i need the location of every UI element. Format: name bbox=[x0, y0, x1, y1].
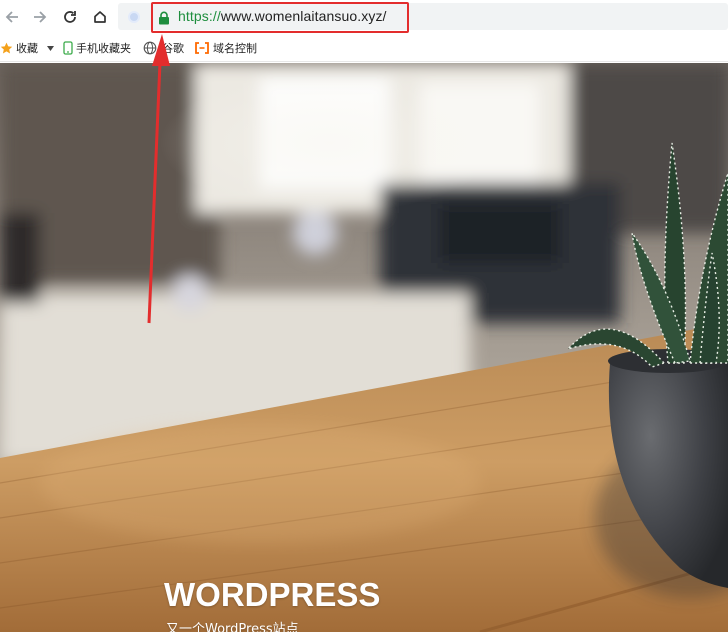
reload-icon[interactable] bbox=[59, 6, 81, 28]
star-icon bbox=[0, 42, 13, 55]
forward-arrow-icon[interactable] bbox=[29, 6, 51, 28]
site-title[interactable]: WORDPRESS bbox=[164, 576, 380, 614]
bookmark-item-domain[interactable]: 域名控制 bbox=[194, 40, 257, 56]
hero-header-image: WORDPRESS 又一个WordPress站点 bbox=[0, 63, 728, 632]
home-icon[interactable] bbox=[89, 6, 111, 28]
back-arrow-icon[interactable] bbox=[1, 6, 23, 28]
bookmark-label: 域名控制 bbox=[213, 42, 257, 55]
browser-toolbar: https://www.womenlaitansuo.xyz/ bbox=[0, 0, 728, 33]
bookmark-label: 手机收藏夹 bbox=[76, 42, 131, 55]
site-tagline: 又一个WordPress站点 bbox=[166, 622, 299, 632]
phone-icon bbox=[63, 41, 73, 55]
bracket-icon bbox=[194, 42, 210, 54]
favorites-menu[interactable]: 收藏 bbox=[0, 40, 57, 56]
bookmark-item-mobile[interactable]: 手机收藏夹 bbox=[63, 40, 131, 56]
hero-scene bbox=[0, 63, 728, 632]
bookmarks-bar: 收藏 手机收藏夹 谷歌 域名控制 bbox=[0, 33, 728, 62]
favorites-label: 收藏 bbox=[16, 42, 38, 55]
bookmark-label: 谷歌 bbox=[162, 42, 184, 55]
url-highlight-box bbox=[151, 2, 409, 33]
site-info-icon[interactable] bbox=[128, 11, 140, 23]
bookmark-item-google[interactable]: 谷歌 bbox=[143, 40, 184, 56]
dropdown-caret-icon bbox=[47, 45, 54, 51]
globe-icon bbox=[143, 41, 157, 55]
